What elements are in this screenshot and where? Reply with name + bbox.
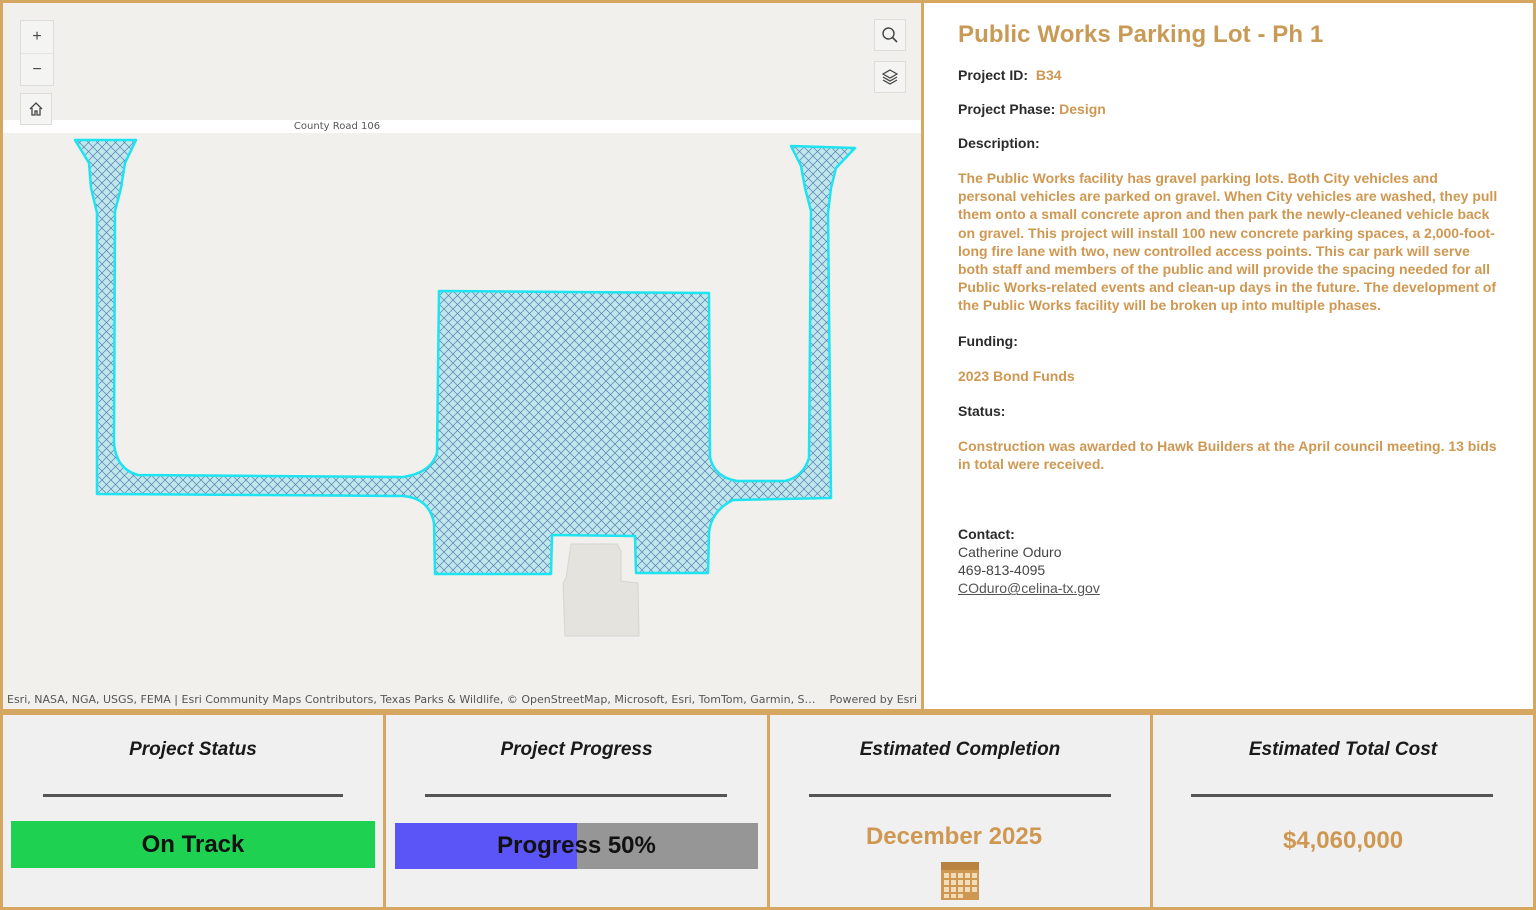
project-title: Public Works Parking Lot - Ph 1 [958,21,1324,48]
home-icon [29,102,43,116]
project-phase-value: Design [1059,101,1106,117]
building-footprint [562,543,640,637]
layers-button[interactable] [874,61,906,93]
status-label: Status: [958,402,1006,419]
road-label: County Road 106 [294,121,380,132]
project-id-value: B34 [1035,67,1062,83]
divider [425,794,727,797]
project-area-polygon[interactable] [73,138,857,576]
contact-name: Catherine Oduro [958,544,1062,561]
calendar-icon [941,862,979,900]
funding-label: Funding: [958,332,1018,349]
zoom-out-button[interactable]: − [21,53,53,85]
project-status-title: Project Status [129,739,257,760]
road-county-road-106 [3,120,921,133]
contact-block: Contact: Catherine Oduro 469-813-4095 CO… [958,525,1499,597]
summary-cards: Project Status On Track Project Progress… [0,712,1536,910]
project-phase-label: Project Phase: [958,101,1056,117]
estimated-cost-title: Estimated Total Cost [1248,739,1438,760]
divider [809,794,1111,797]
map-view[interactable]: County Road 106 + − Esri, NASA, NGA, USG… [0,0,924,712]
status-value: Construction was awarded to Hawk Builder… [958,437,1497,473]
divider [1191,794,1493,797]
layers-icon [881,69,899,85]
estimated-completion-card: Estimated Completion December 2025 [770,712,1153,910]
status-indicator: On Track [11,821,375,868]
estimated-cost-card: Estimated Total Cost $4,060,000 [1153,712,1536,910]
project-progress-title: Project Progress [500,739,653,760]
contact-phone: 469-813-4095 [958,562,1046,579]
contact-label: Contact: [958,526,1015,543]
project-progress-card: Project Progress Progress 50% [386,712,770,910]
zoom-in-button[interactable]: + [21,21,53,53]
contact-email-link[interactable]: COduro@celina-tx.gov [958,580,1100,596]
search-icon [882,27,898,43]
project-details-panel: Public Works Parking Lot - Ph 1 Project … [921,0,1536,712]
estimated-completion-title: Estimated Completion [859,739,1061,760]
search-button[interactable] [874,19,906,51]
completion-date: December 2025 [865,823,1043,850]
zoom-controls: + − [20,20,54,86]
progress-label: Progress 50% [497,832,656,859]
description-text: The Public Works facility has gravel par… [958,170,1498,314]
map-canvas[interactable]: County Road 106 [3,3,921,709]
project-id-label: Project ID: [958,67,1029,83]
project-status-card: Project Status On Track [0,712,386,910]
estimated-cost-value: $4,060,000 [1282,827,1404,854]
progress-bar: Progress 50% [395,823,758,869]
project-phase-row: Project Phase: Design [958,101,1499,117]
project-id-row: Project ID: B34 [958,67,1499,83]
powered-by-esri[interactable]: Powered by Esri [829,693,917,706]
description-label: Description: [958,135,1040,151]
divider [43,794,343,797]
map-attribution: Esri, NASA, NGA, USGS, FEMA | Esri Commu… [7,691,917,707]
funding-value: 2023 Bond Funds [958,367,1075,384]
attribution-text[interactable]: Esri, NASA, NGA, USGS, FEMA | Esri Commu… [7,693,817,706]
home-button[interactable] [20,93,52,125]
